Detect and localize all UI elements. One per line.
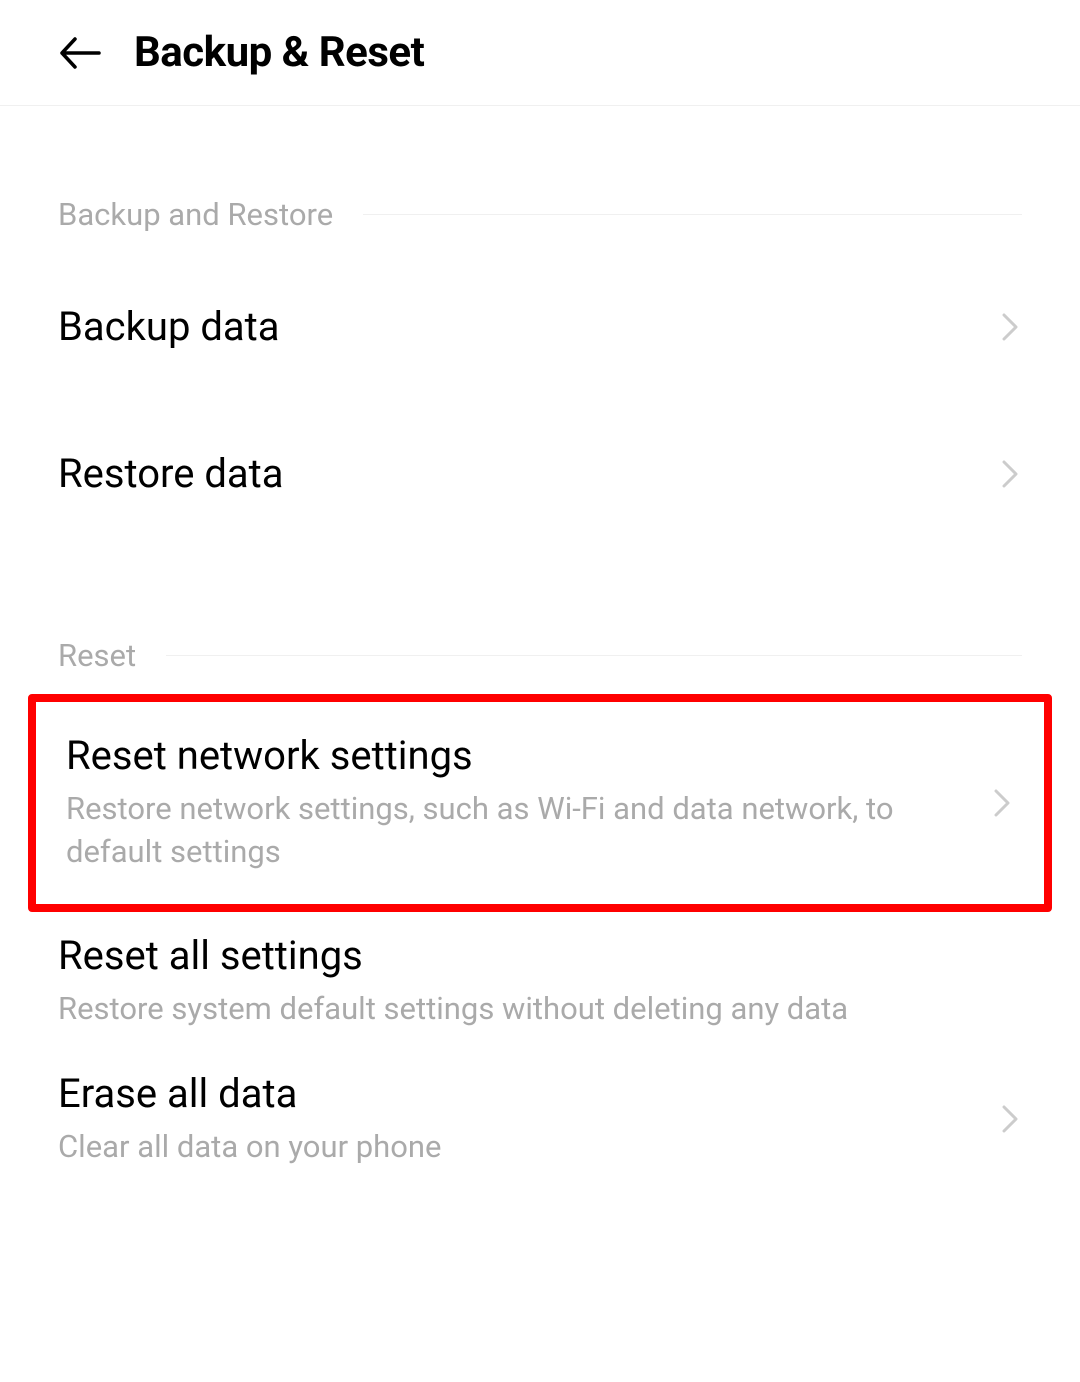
list-item-content: Restore data	[58, 450, 998, 497]
list-item-subtitle: Restore system default settings without …	[58, 987, 1022, 1030]
reset-all-settings-item[interactable]: Reset all settings Restore system defaul…	[0, 912, 1080, 1050]
list-item-content: Erase all data Clear all data on your ph…	[58, 1070, 998, 1168]
list-item-title: Reset all settings	[58, 932, 1022, 979]
chevron-right-icon	[998, 1107, 1022, 1131]
chevron-right-icon	[998, 462, 1022, 486]
chevron-right-icon	[998, 315, 1022, 339]
header: Backup & Reset	[0, 0, 1080, 106]
section-label: Backup and Restore	[58, 196, 333, 233]
list-item-subtitle: Restore network settings, such as Wi-Fi …	[66, 787, 990, 874]
erase-all-data-item[interactable]: Erase all data Clear all data on your ph…	[0, 1050, 1080, 1188]
list-item-content: Reset all settings Restore system defaul…	[58, 932, 1022, 1030]
list-item-content: Reset network settings Restore network s…	[66, 732, 990, 874]
chevron-right-icon	[990, 791, 1014, 815]
section-label: Reset	[58, 637, 136, 674]
backup-data-item[interactable]: Backup data	[0, 253, 1080, 400]
content: Backup and Restore Backup data Restore d…	[0, 106, 1080, 1189]
reset-network-settings-item[interactable]: Reset network settings Restore network s…	[28, 694, 1052, 912]
back-arrow-icon	[59, 37, 101, 69]
list-item-title: Erase all data	[58, 1070, 998, 1117]
list-item-subtitle: Clear all data on your phone	[58, 1125, 998, 1168]
back-button[interactable]	[54, 33, 106, 73]
section-header-reset: Reset	[0, 547, 1080, 694]
page-title: Backup & Reset	[134, 28, 424, 77]
list-item-title: Restore data	[58, 450, 998, 497]
restore-data-item[interactable]: Restore data	[0, 400, 1080, 547]
section-header-backup-restore: Backup and Restore	[0, 106, 1080, 253]
list-item-content: Backup data	[58, 303, 998, 350]
section-divider	[166, 655, 1022, 656]
list-item-title: Reset network settings	[66, 732, 990, 779]
section-divider	[363, 214, 1022, 215]
list-item-title: Backup data	[58, 303, 998, 350]
